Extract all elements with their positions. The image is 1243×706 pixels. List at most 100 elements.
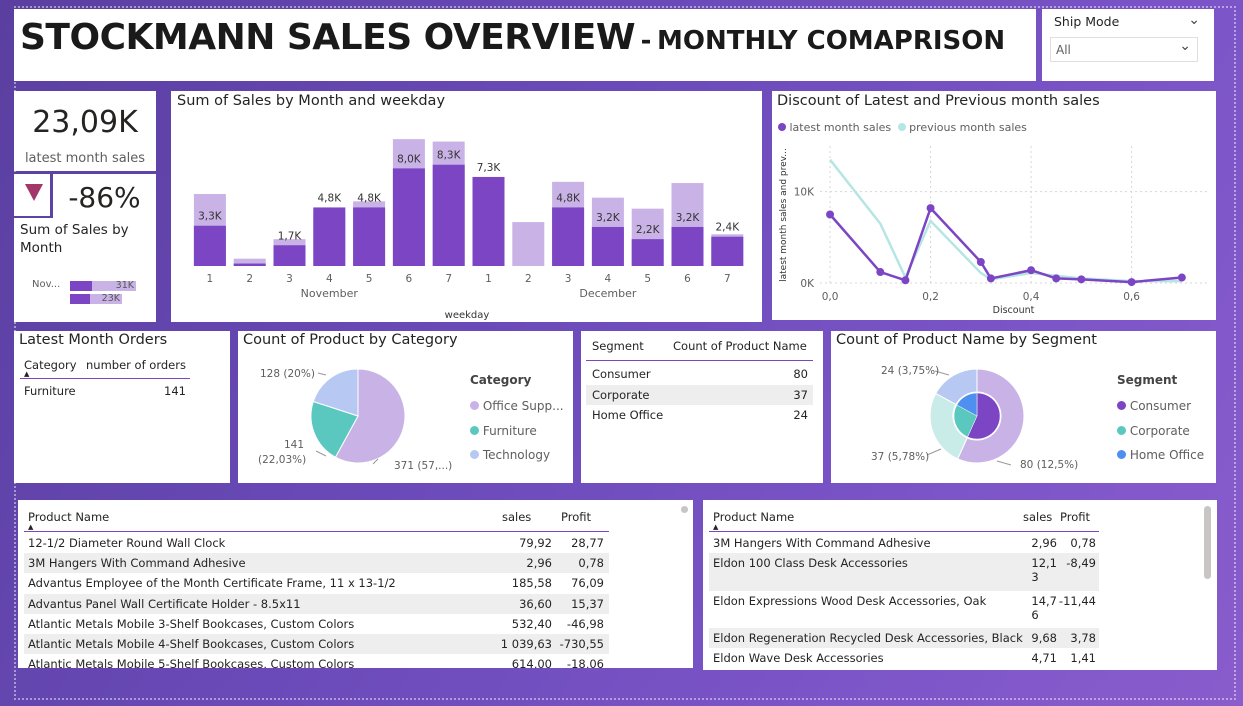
table-row: Atlantic Metals Mobile 5-Shelf Bookcases… [24,654,609,668]
table-row: Advantus Employee of the Month Certifica… [24,573,609,594]
product-name: Eldon Wave Desk Accessories [713,651,884,666]
x-group-label: December [579,287,637,300]
bar-latest [432,164,465,266]
product-name: Advantus Employee of the Month Certifica… [28,576,396,591]
product-profit: 3,78 [1070,630,1096,645]
product-profit: 28,77 [571,536,604,550]
legend-item-homeoffice[interactable]: Home Office [1117,443,1204,468]
col-product-name[interactable]: Product Name [713,510,794,524]
slice-label: (22,03%) [258,454,306,466]
segment-count: 37 [793,387,808,402]
orders-header: Category ▲ number of orders [20,355,190,379]
chevron-down-icon: ⌄ [1179,38,1191,54]
product-sales: 2,96 [1031,536,1057,550]
sales-by-month-card: Sum of Sales by Month Nov... 31K 23K [14,218,156,322]
legend-item-corporate[interactable]: Corporate [1117,419,1204,444]
title-separator: - [640,26,652,56]
kpi-value: 23,09K [32,105,138,140]
data-point [901,276,910,285]
product-name: Advantus Panel Wall Certificate Holder -… [28,596,301,611]
legend-item-technology[interactable]: Technology [470,443,564,468]
col-profit[interactable]: Profit [1060,510,1090,524]
triangle-down-icon [25,184,43,201]
data-point [926,204,935,213]
bar-latest [591,226,624,266]
slice-label: 80 (12,5%) [1020,459,1078,471]
bar-data-label: 2,2K [636,224,661,236]
product-profit: 15,37 [571,596,604,611]
category-pie-card: Count of Product by Category 128 (20%) 14… [238,331,573,483]
table-row: Eldon Expressions Wood Desk Accessories,… [709,590,1099,628]
product-sales: 185,58 [511,576,552,591]
series-line-previous [829,158,1182,283]
sort-up-icon: ▲ [713,523,719,531]
mini-month-label: Nov... [32,279,61,290]
legend-item-office[interactable]: Office Supp... [470,394,564,419]
col-sales[interactable]: sales [1023,510,1052,524]
data-point [986,274,995,283]
table-row: Eldon Wave Desk Accessories 4,71 1,41 [709,648,1099,669]
segment-col-count[interactable]: Count of Product Name [673,339,807,353]
slice-label: 141 [284,439,304,451]
x-tick-label: 4 [605,273,612,285]
table-row: 3M Hangers With Command Adhesive 2,96 0,78 [709,533,1099,554]
product-table-2-body: 3M Hangers With Command Adhesive 2,96 0,78… [709,533,1099,670]
orders-card: Latest Month Orders Category ▲ number of… [14,331,230,483]
product-sales: 614,00 [511,657,552,668]
bar-chart-card: Sum of Sales by Month and weekday 3,3K 1 2… [171,91,762,322]
mini-bar-value-2: 23K [101,293,120,304]
product-name: Eldon Regeneration Recycled Desk Accesso… [713,630,1023,645]
mini-chart-title: Sum of Sales by Month [20,222,129,256]
segment-row: Consumer 80 [586,364,813,385]
product-profit: 1,41 [1070,651,1096,666]
orders-row-category: Furniture [24,384,76,398]
legend-item-furniture[interactable]: Furniture [470,419,564,444]
bar-latest [671,226,704,266]
segment-legend: Consumer Corporate Home Office [1117,394,1204,468]
chevron-down-icon[interactable]: ⌄ [1188,12,1200,28]
product-sales: 79,92 [519,536,552,550]
bar-data-label: 1,7K [278,230,303,242]
col-profit[interactable]: Profit [561,510,591,524]
x-tick-label: 1 [207,273,214,285]
data-point [1077,275,1086,284]
table-row: Atlantic Metals Mobile 3-Shelf Bookcases… [24,613,609,634]
bar-data-label: 3,2K [596,212,621,224]
product-sales: 14,7 6 [1031,593,1057,622]
kpi-label: latest month sales [24,151,146,166]
x-tick-label: 5 [644,273,651,285]
slice-label: 24 (3,75%) [881,365,939,377]
x-axis-label: weekday [445,310,490,321]
col-sales[interactable]: sales [502,510,531,524]
x-group-label: November [301,287,359,300]
orders-col-count[interactable]: number of orders [86,358,186,372]
x-tick-label: 6 [684,273,691,285]
leader-line [315,450,327,457]
legend-item-consumer[interactable]: Consumer [1117,394,1204,419]
product-table-1-header: Product Name ▲ sales Profit [24,504,609,532]
scrollbar[interactable] [1204,506,1211,579]
data-point [1127,278,1136,287]
product-profit: -730,55 [559,636,604,651]
slicer-dropdown[interactable]: All ⌄ [1050,37,1198,62]
product-table-1-body: 12-1/2 Diameter Round Wall Clock 79,92 28,… [24,533,609,668]
data-point [1052,274,1061,283]
table-row: Atlantic Metals Mobile 4-Shelf Bookcases… [24,633,609,655]
bar-data-label: 8,3K [437,150,462,162]
product-name: 3M Hangers With Command Adhesive [713,536,931,550]
product-profit: -8,49 [1066,556,1096,571]
bar-latest [552,207,585,266]
bar-latest [313,207,346,266]
orders-title: Latest Month Orders [19,332,168,348]
y-tick-label: 10K [794,187,815,199]
scrollbar[interactable] [681,506,688,513]
product-table-2: Product Name ▲ sales Profit 3M Hangers W… [703,500,1217,670]
bar-data-label: 3,3K [198,211,223,223]
segment-col-name[interactable]: Segment [592,339,644,353]
orders-col-category[interactable]: Category [24,358,77,372]
category-legend: Office Supp... Furniture Technology [470,394,564,468]
line-chart: 10K 0K 0,0 0,2 0,4 0,6 Discount latest month sa… [779,146,1207,316]
kpi-change-card: -86% [53,174,156,218]
product-table-2-header: Product Name ▲ sales Profit [709,504,1099,532]
col-product-name[interactable]: Product Name [28,510,109,524]
